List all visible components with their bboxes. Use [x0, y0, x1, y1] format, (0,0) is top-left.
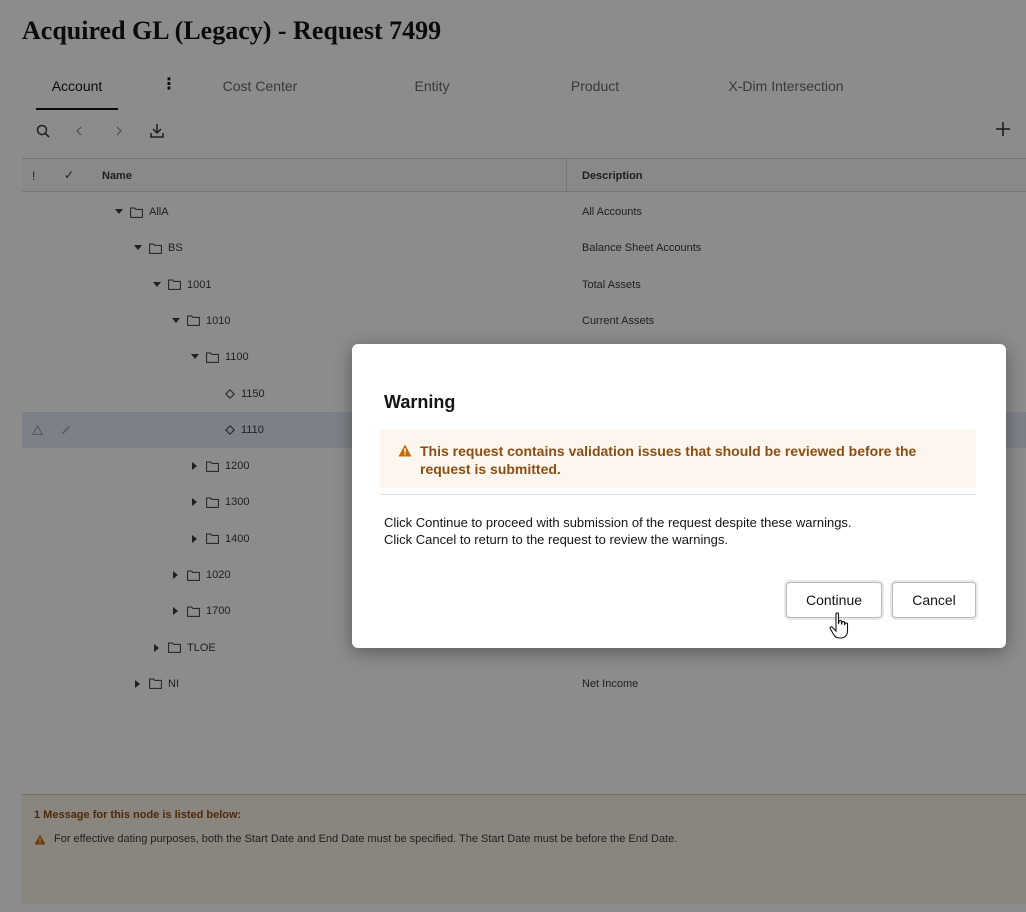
dialog-body-line2: Click Cancel to return to the request to… — [384, 532, 728, 547]
dialog-warning-text: This request contains validation issues … — [420, 443, 917, 477]
warning-icon — [398, 444, 412, 457]
cancel-button[interactable]: Cancel — [892, 582, 976, 618]
dialog-title: Warning — [384, 392, 456, 412]
dialog-separator — [380, 494, 976, 495]
app-page: Acquired GL (Legacy) - Request 7499 Acco… — [0, 0, 1026, 912]
dialog-body: Click Continue to proceed with submissio… — [384, 514, 984, 548]
warning-dialog: Warning This request contains validation… — [352, 344, 1006, 648]
hand-cursor-icon — [829, 612, 849, 639]
dialog-body-line1: Click Continue to proceed with submissio… — [384, 515, 852, 530]
dialog-warning-banner: This request contains validation issues … — [380, 430, 976, 488]
